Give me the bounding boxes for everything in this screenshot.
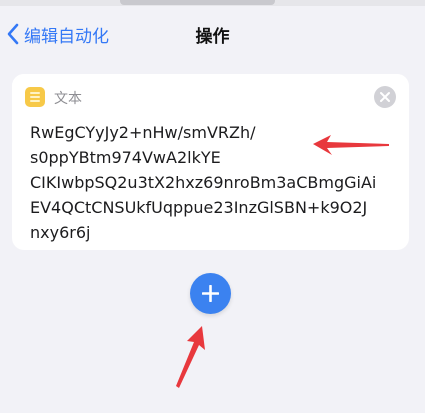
annotation-arrow-text bbox=[313, 135, 389, 155]
clear-button[interactable] bbox=[374, 86, 396, 108]
top-pill bbox=[120, 0, 275, 5]
top-bar bbox=[0, 0, 425, 6]
plus-icon bbox=[202, 285, 219, 302]
card-header: 文本 bbox=[12, 74, 409, 120]
text-content[interactable]: RwEgCYyJy2+nHw/smVRZh/s0ppYBtm974VwA2lkY… bbox=[30, 102, 405, 247]
text-line: nxy6r6j bbox=[30, 223, 91, 242]
text-action-card[interactable]: RwEgCYyJy2+nHw/smVRZh/s0ppYBtm974VwA2lkY… bbox=[12, 74, 409, 250]
close-icon bbox=[380, 92, 390, 102]
annotation-arrow-add bbox=[176, 326, 205, 388]
page-title: 操作 bbox=[195, 27, 230, 47]
add-action-button[interactable] bbox=[190, 273, 231, 314]
navigation-bar: 编辑自动化 操作 bbox=[0, 14, 425, 54]
note-icon bbox=[25, 87, 45, 107]
text-line: CIKIwbpSQ2u3tX2hxz69nroBm3aCBmgGiAi bbox=[30, 173, 377, 192]
text-line: EV4QCtCNSUkfUqppue23InzGlSBN+k9O2J bbox=[30, 198, 368, 217]
card-title: 文本 bbox=[54, 91, 82, 107]
